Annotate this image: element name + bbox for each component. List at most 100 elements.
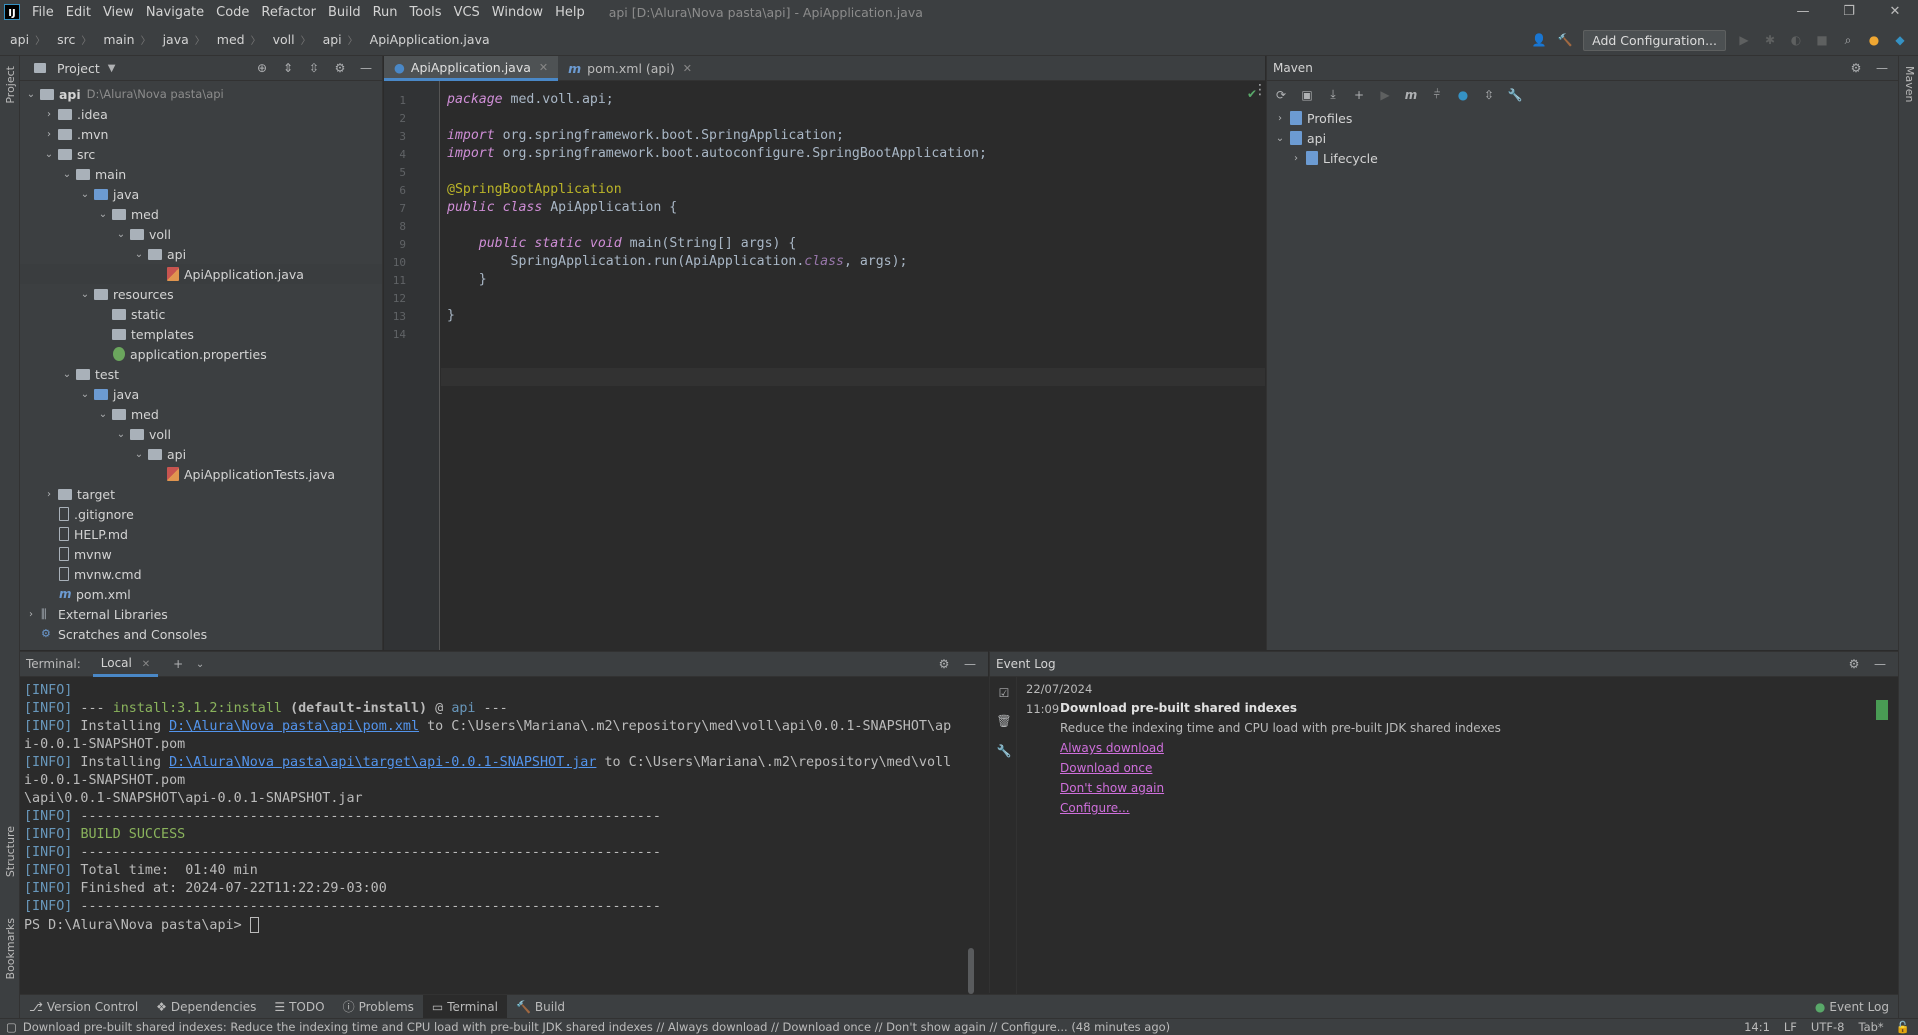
chevron-down-icon[interactable]: ⌄	[132, 449, 146, 460]
project-tree-item[interactable]: ApiApplicationTests.java	[20, 464, 382, 484]
close-icon[interactable]: ✕	[539, 61, 548, 74]
toolwindow-terminal[interactable]: ▭ Terminal	[422, 994, 507, 1019]
project-tree-item[interactable]: .gitignore	[20, 504, 382, 524]
event-link-dont-show-again[interactable]: Don't show again	[1060, 781, 1164, 795]
toolbox-icon[interactable]: ◆	[1892, 32, 1908, 48]
project-tree-item[interactable]: ⌄ src	[20, 144, 382, 164]
add-icon[interactable]: +	[1351, 87, 1367, 103]
new-terminal-icon[interactable]: +	[170, 656, 186, 672]
project-tree-item[interactable]: › .mvn	[20, 124, 382, 144]
menu-refactor[interactable]: Refactor	[255, 5, 322, 20]
hide-icon[interactable]: —	[358, 60, 374, 76]
event-link-download-once[interactable]: Download once	[1060, 761, 1152, 775]
line-separator[interactable]: LF	[1784, 1020, 1797, 1034]
project-tree-item[interactable]: ⌄ voll	[20, 224, 382, 244]
project-tree-item[interactable]: ⌄ med	[20, 404, 382, 424]
run-icon[interactable]: ▶	[1377, 87, 1393, 103]
chevron-right-icon[interactable]: ›	[42, 489, 56, 500]
locate-icon[interactable]: ⊕	[254, 60, 270, 76]
toolwindow-dependencies[interactable]: ❖ Dependencies	[147, 995, 265, 1019]
project-tree-item[interactable]: ⌄ api	[20, 244, 382, 264]
collapse-all-icon[interactable]: ⇳	[306, 60, 322, 76]
debug-icon[interactable]: ✱	[1762, 32, 1778, 48]
breadcrumb-item[interactable]: java 〉	[153, 32, 207, 47]
toolwindow-build[interactable]: 🔨 Build	[507, 995, 574, 1019]
bookmarks-tool-label[interactable]: Bookmarks	[4, 918, 17, 979]
event-link-always-download[interactable]: Always download	[1060, 741, 1164, 755]
breadcrumb-item[interactable]: voll 〉	[263, 32, 313, 47]
project-tree-item[interactable]: ⌄ api D:\Alura\Nova pasta\api	[20, 84, 382, 104]
project-tree-item[interactable]: static	[20, 304, 382, 324]
chevron-down-icon[interactable]: ⌄	[78, 189, 92, 200]
project-tree-item[interactable]: ⌄ voll	[20, 424, 382, 444]
project-tree-item[interactable]: ⌄ med	[20, 204, 382, 224]
chevron-down-icon[interactable]: ⌄	[114, 429, 128, 440]
chevron-down-icon[interactable]: ⌄	[24, 89, 38, 100]
chevron-right-icon[interactable]: ›	[1273, 113, 1287, 124]
breadcrumb-item[interactable]: src 〉	[47, 32, 93, 47]
chevron-right-icon[interactable]: ›	[42, 129, 56, 140]
run-icon[interactable]: ▶	[1736, 32, 1752, 48]
minimize-button[interactable]: —	[1780, 0, 1826, 24]
project-tree-item[interactable]: ⌄ main	[20, 164, 382, 184]
tab-local[interactable]: Local ✕	[92, 652, 159, 677]
chevron-down-icon[interactable]: ⌄	[78, 389, 92, 400]
project-tree-item[interactable]: mvnw	[20, 544, 382, 564]
chevron-right-icon[interactable]: ›	[42, 109, 56, 120]
project-tree-item[interactable]: ⚙ Scratches and Consoles	[20, 624, 382, 644]
maven-tree-item[interactable]: › Profiles	[1267, 108, 1898, 128]
menu-view[interactable]: View	[97, 5, 140, 20]
mark-read-icon[interactable]: ☑	[996, 685, 1012, 701]
download-icon[interactable]: ⤓	[1325, 87, 1341, 103]
expand-all-icon[interactable]: ⇕	[280, 60, 296, 76]
generate-sources-icon[interactable]: ▣	[1299, 87, 1315, 103]
menu-build[interactable]: Build	[322, 5, 367, 20]
project-tree-item[interactable]: ⌄ java	[20, 384, 382, 404]
menu-run[interactable]: Run	[367, 5, 404, 20]
chevron-down-icon[interactable]: ⌄	[132, 249, 146, 260]
skip-tests-icon[interactable]: ⫩	[1429, 87, 1445, 103]
menu-edit[interactable]: Edit	[60, 5, 97, 20]
project-tree-item[interactable]: ApiApplication.java	[20, 264, 382, 284]
file-encoding[interactable]: UTF-8	[1811, 1020, 1845, 1034]
project-tool-label[interactable]: Project	[4, 66, 17, 104]
wrench-icon[interactable]: 🔧	[1507, 87, 1523, 103]
menu-help[interactable]: Help	[549, 5, 591, 20]
maven-tree-item[interactable]: › Lifecycle	[1267, 148, 1898, 168]
terminal-token[interactable]: D:\Alura\Nova pasta\api\target\api-0.0.1…	[169, 755, 596, 770]
toolwindow-event-log[interactable]: ● Event Log	[1806, 995, 1898, 1019]
stop-icon[interactable]: ■	[1814, 32, 1830, 48]
project-tree-item[interactable]: ⌄ api	[20, 444, 382, 464]
breadcrumb-item[interactable]: api 〉	[313, 32, 360, 47]
tab-menu-icon[interactable]: ⋮	[1253, 82, 1267, 98]
event-link-configure[interactable]: Configure...	[1060, 801, 1130, 815]
chevron-down-icon[interactable]: ⌄	[78, 289, 92, 300]
maven-goal-icon[interactable]: m	[1403, 87, 1419, 103]
gear-icon[interactable]: ⚙	[1846, 656, 1862, 672]
close-button[interactable]: ✕	[1872, 0, 1918, 24]
project-tree-item[interactable]: application.properties	[20, 344, 382, 364]
status-square-icon[interactable]: ▢	[6, 1020, 17, 1034]
breadcrumb-item[interactable]: ApiApplication.java	[360, 32, 492, 47]
chevron-down-icon[interactable]: ⌄	[96, 409, 110, 420]
indent-setting[interactable]: Tab*	[1858, 1020, 1883, 1034]
project-tree-item[interactable]: ⌄ resources	[20, 284, 382, 304]
project-tree-item[interactable]: mvnw.cmd	[20, 564, 382, 584]
project-tree-item[interactable]: ⌄ java	[20, 184, 382, 204]
menu-vcs[interactable]: VCS	[448, 5, 486, 20]
project-tree-item[interactable]: › target	[20, 484, 382, 504]
breadcrumb-item[interactable]: api 〉	[0, 32, 47, 47]
toolwindow-problems[interactable]: ⓘ Problems	[334, 995, 423, 1019]
gear-icon[interactable]: ⚙	[936, 656, 952, 672]
breadcrumb-item[interactable]: med 〉	[207, 32, 263, 47]
terminal-token[interactable]: D:\Alura\Nova pasta\api\pom.xml	[169, 719, 419, 734]
hide-icon[interactable]: —	[1874, 60, 1890, 76]
close-icon[interactable]: ✕	[683, 62, 692, 75]
hide-icon[interactable]: —	[962, 656, 978, 672]
toolwindow-version-control[interactable]: ⎇ Version Control	[20, 995, 147, 1019]
editor-tab[interactable]: m pom.xml (api) ✕	[558, 56, 702, 81]
chevron-down-icon[interactable]: ⌄	[96, 209, 110, 220]
maven-tree-item[interactable]: ⌄ api	[1267, 128, 1898, 148]
restore-button[interactable]: ❐	[1826, 0, 1872, 24]
chevron-down-icon[interactable]: ⌄	[60, 369, 74, 380]
